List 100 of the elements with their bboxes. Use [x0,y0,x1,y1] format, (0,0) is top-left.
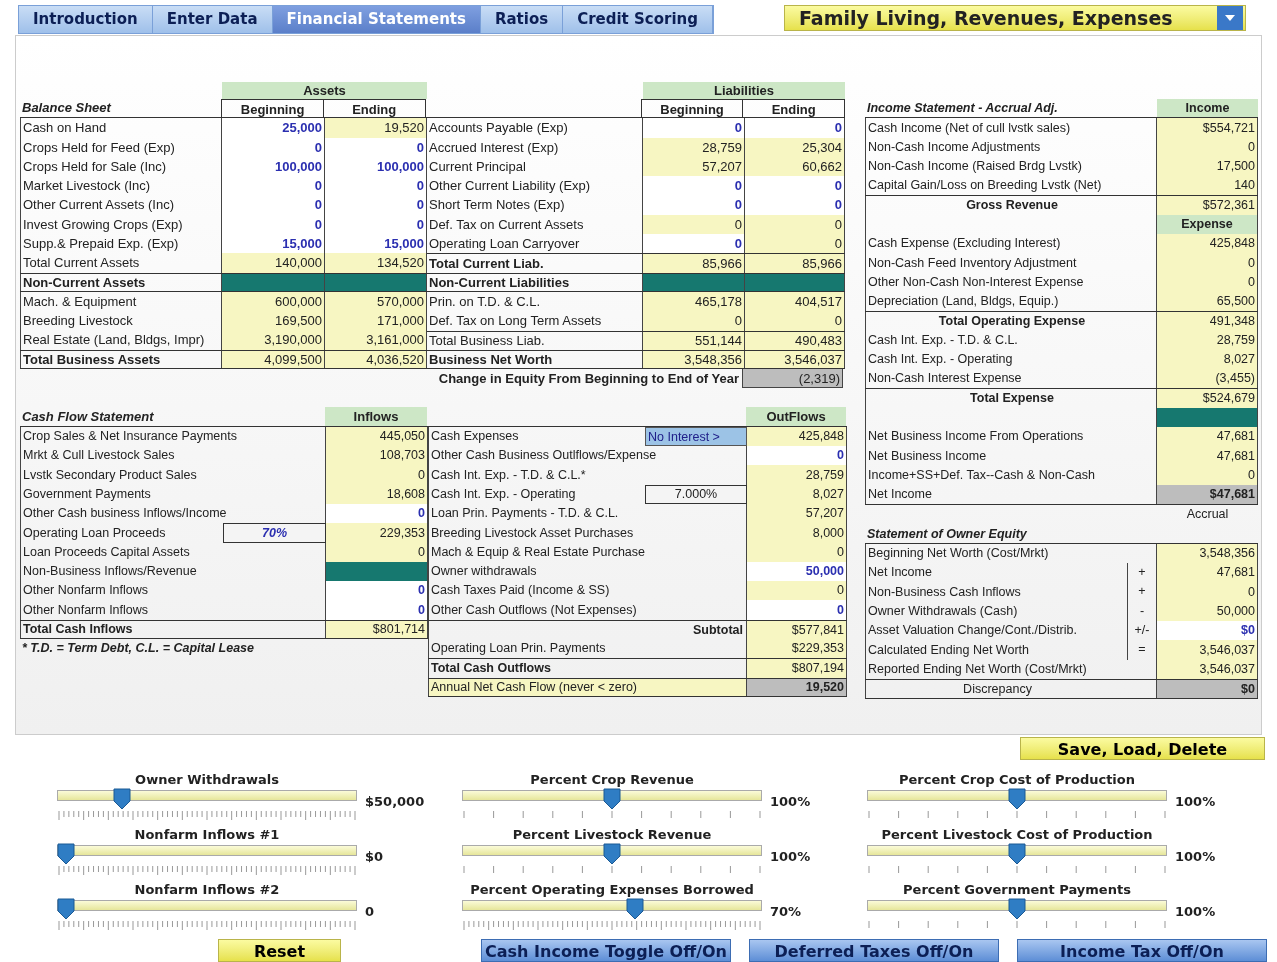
slider[interactable] [462,898,762,920]
tab[interactable]: Enter Data [152,6,273,33]
slider-label: Nonfarm Inflows #1 [133,827,281,843]
table-cell: $47,681 [1157,484,1258,505]
table-cell: 0 [1157,465,1258,485]
table-cell[interactable]: 0 [747,446,847,466]
column-header: Inflows [325,407,427,426]
table-cell: 8,027 [1157,349,1258,370]
table-cell: 0 [1157,253,1258,273]
table-cell[interactable]: 0 [643,195,745,215]
slider-label: Percent Livestock Revenue [511,827,713,843]
row-label: Capital Gain/Loss on Breeding Lvstk (Net) [867,177,1103,195]
table-cell[interactable]: 0 [325,176,427,196]
row-label: Gross Revenue [965,197,1059,215]
table-cell[interactable]: 0 [643,234,745,254]
action-button[interactable]: Income Tax Off/On [1017,939,1267,962]
slider[interactable] [57,898,357,920]
row-label: Annual Net Cash Flow (never < zero) [429,678,747,696]
table-cell: 0 [643,311,745,331]
input-field[interactable]: 7.000% [645,484,747,504]
slider-thumb[interactable] [57,898,75,920]
table-cell[interactable]: 0 [325,195,427,215]
slider-thumb[interactable] [1008,898,1026,920]
save-load-delete-button[interactable]: Save, Load, Delete [1020,737,1265,760]
table-cell[interactable]: 15,000 [222,234,325,254]
table-cell: 19,520 [747,678,847,696]
row-label: Beginning Net Worth (Cost/Mrkt) [867,545,1050,563]
table-cell: 0 [643,214,745,235]
action-button[interactable]: Reset [218,939,341,962]
input-field[interactable]: 70% [223,523,326,543]
slider-thumb[interactable] [1008,843,1026,865]
slider[interactable] [57,843,357,865]
table-cell[interactable]: 0 [222,176,325,196]
table-cell: 85,966 [643,254,745,273]
table-cell: 171,000 [325,311,427,331]
slider-thumb[interactable] [625,898,644,920]
table-cell[interactable]: 50,000 [747,561,847,582]
table-cell[interactable]: 0 [745,195,845,215]
slider[interactable] [867,843,1167,865]
row-label: Non-Cash Income (Raised Brdg Lvstk) [867,158,1083,176]
operator-sign: +/- [1127,621,1156,641]
table-cell[interactable]: $0 [1157,621,1258,641]
table-cell: $0 [1157,679,1258,699]
section-title: Balance Sheet [21,99,113,117]
slider-label: Percent Livestock Cost of Production [880,827,1154,843]
table-cell: $572,361 [1157,196,1258,215]
operator-sign: + [1127,563,1156,583]
table-cell: 3,548,356 [1157,543,1258,564]
row-label: Net Income [867,564,933,582]
table-cell[interactable]: 0 [325,214,427,235]
footnote: * T.D. = Term Debt, C.L. = Capital Lease [21,640,255,657]
tab[interactable]: Credit Scoring [563,6,713,33]
row-label: Income+SS+Def. Tax--Cash & Non-Cash [867,466,1096,484]
table-cell[interactable]: 0 [326,600,428,620]
slider-label: Nonfarm Inflows #2 [133,882,281,898]
table-cell: 3,546,037 [1157,640,1258,660]
slider-value: 0 [365,903,375,921]
table-cell[interactable]: 0 [326,503,428,524]
tab[interactable]: Introduction [19,6,153,33]
row-label: Net Business Income [867,447,988,465]
section-title: Statement of Owner Equity [865,524,1258,544]
slider-thumb[interactable] [57,843,75,865]
action-button[interactable]: Deferred Taxes Off/On [749,939,999,962]
row-label: Cash Expense (Excluding Interest) [867,235,1062,253]
slider[interactable] [57,788,357,810]
table-cell[interactable]: 0 [643,176,745,196]
row-label: Cash Int. Exp. - Operating [867,351,1014,369]
table-cell: 425,848 [1157,234,1258,254]
table-cell[interactable]: 0 [745,176,845,196]
slider[interactable] [867,788,1167,810]
tab[interactable]: Ratios [480,6,564,33]
row-label: Owner Withdrawals (Cash) [867,603,1019,620]
table-cell[interactable]: 0 [222,214,325,235]
slider[interactable] [462,788,762,810]
slider-thumb[interactable] [603,843,621,865]
table-cell: 425,848 [747,426,847,447]
table-cell: 229,353 [326,523,428,543]
table-cell[interactable]: 0 [222,195,325,215]
action-button[interactable]: Cash Income Toggle Off/On [481,939,731,962]
slider-value: 100% [1175,848,1216,866]
toggle-button[interactable]: No Interest > [645,426,747,447]
slider[interactable] [867,898,1167,920]
view-dropdown[interactable]: Family Living, Revenues, Expenses [783,5,1246,31]
table-cell[interactable]: 15,000 [325,234,427,254]
table-cell[interactable]: 0 [747,600,847,620]
table-cell: 0 [745,214,845,235]
table-cell: 57,207 [747,503,847,524]
column-header: Ending [323,99,426,118]
slider-thumb[interactable] [603,788,621,810]
table-cell: 108,703 [326,446,428,466]
table-cell: 57,207 [643,156,745,177]
table-cell[interactable]: 0 [326,581,428,601]
table-cell: 570,000 [325,291,427,312]
slider-thumb[interactable] [1008,788,1026,810]
column-header: Ending [743,99,845,118]
slider-thumb[interactable] [113,788,132,810]
slider[interactable] [462,843,762,865]
table-cell: $554,721 [1157,118,1258,138]
slider-value: $0 [365,848,384,866]
table-cell: 18,608 [326,484,428,504]
